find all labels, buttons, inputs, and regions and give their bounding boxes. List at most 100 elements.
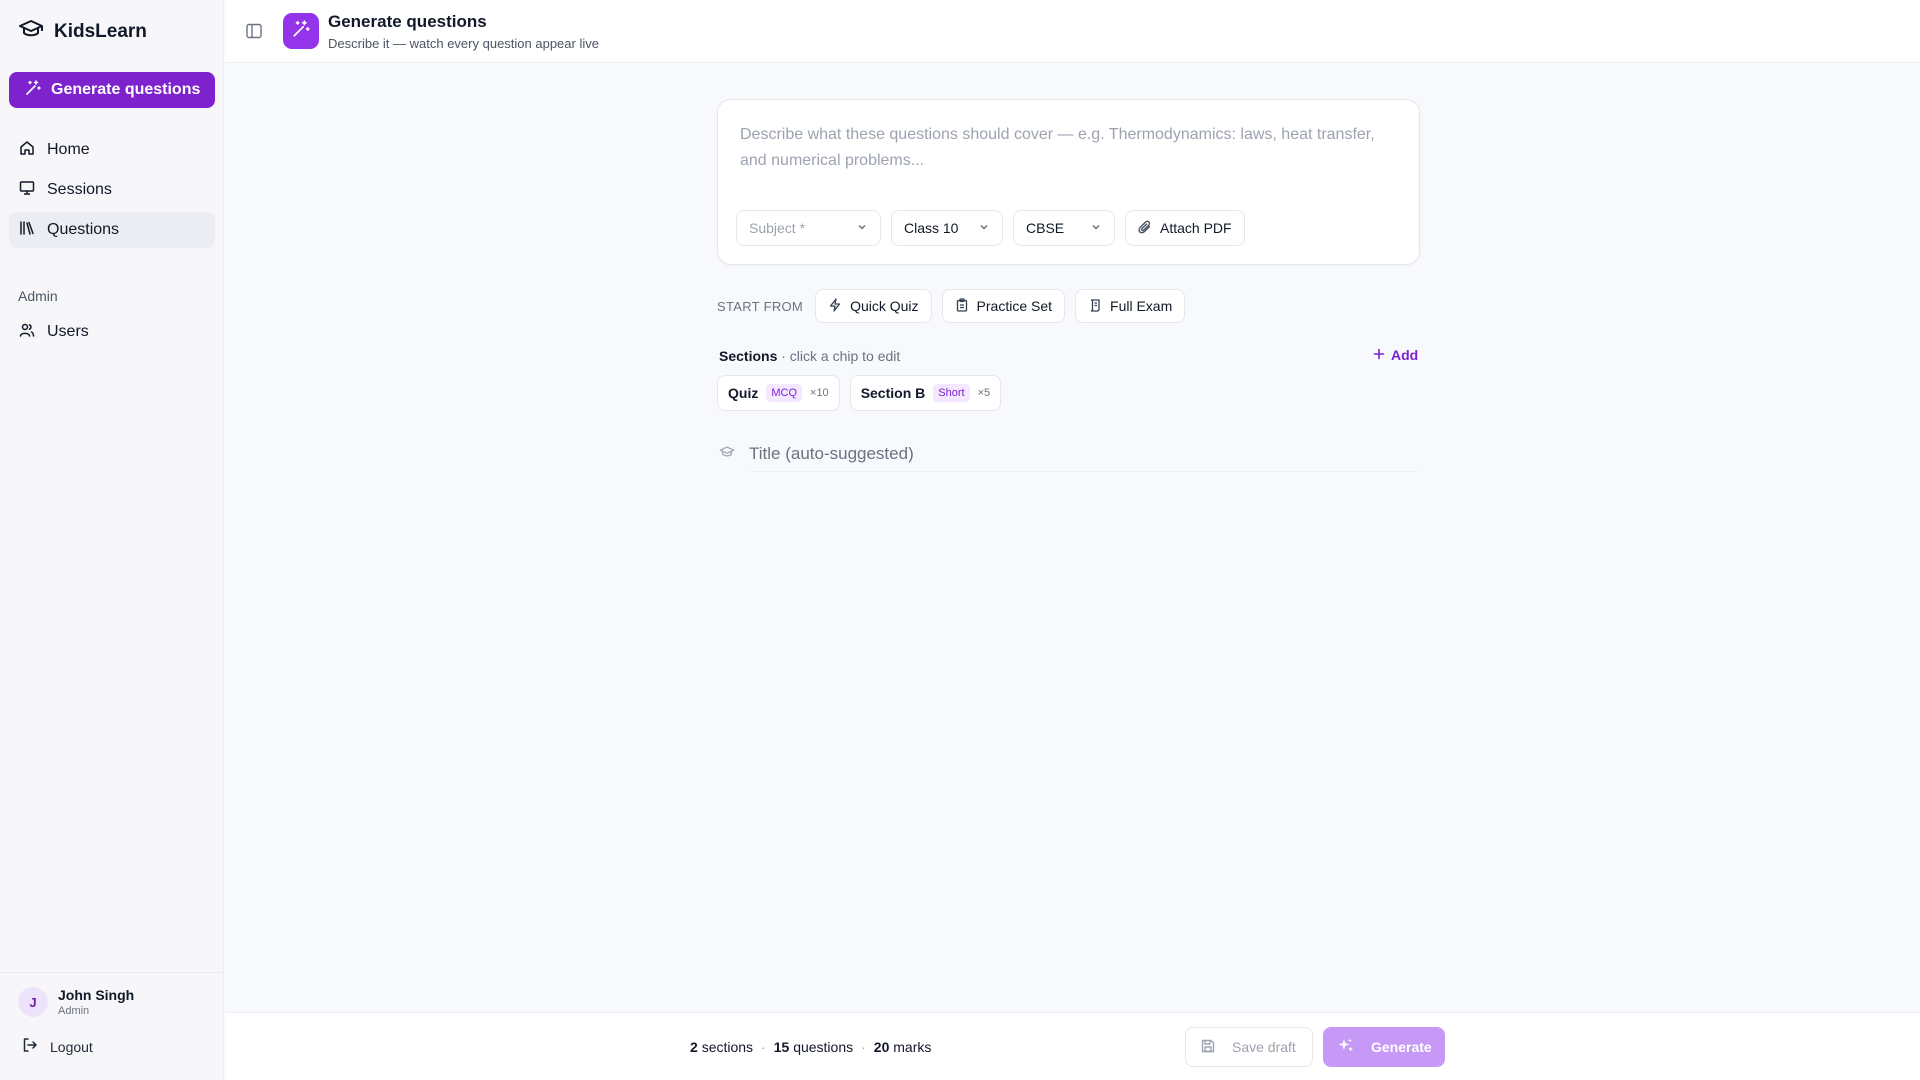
- sidebar-item-label: Sessions: [47, 181, 112, 198]
- scroll-icon: [1088, 298, 1102, 315]
- class-select-value: Class 10: [904, 220, 959, 236]
- sidebar-item-questions[interactable]: Questions: [9, 212, 215, 248]
- admin-heading: Admin: [18, 288, 58, 304]
- section-chip-quiz[interactable]: Quiz MCQ ×10: [717, 375, 840, 411]
- chip-count: ×5: [977, 387, 991, 399]
- sidebar-toggle-icon[interactable]: [245, 22, 263, 45]
- floppy-disk-icon: [1200, 1038, 1216, 1057]
- logout-button[interactable]: Logout: [22, 1037, 93, 1056]
- questions-count: 15: [773, 1039, 790, 1055]
- chip-name: Section B: [860, 385, 926, 401]
- user-info: John Singh Admin: [58, 987, 134, 1017]
- chip-count: ×10: [810, 387, 829, 399]
- generate-questions-button[interactable]: Generate questions: [9, 72, 215, 108]
- chip-type-badge: MCQ: [766, 384, 803, 402]
- sidebar-item-label: Users: [47, 323, 89, 340]
- user-profile[interactable]: J John Singh Admin: [18, 987, 134, 1017]
- main-nav: Home Sessions Questions: [9, 132, 215, 252]
- separator-dot: ·: [861, 1039, 866, 1055]
- sidebar-item-users[interactable]: Users: [9, 314, 215, 350]
- title-row: Title (auto-suggested): [719, 436, 1419, 472]
- marks-stat-label: marks: [893, 1039, 932, 1055]
- template-full-exam-button[interactable]: Full Exam: [1075, 289, 1186, 323]
- sidebar: KidsLearn Generate questions Home Sessio…: [0, 0, 224, 1080]
- summary-stats: 2 sections · 15 questions · 20 marks: [690, 1039, 931, 1055]
- sidebar-item-sessions[interactable]: Sessions: [9, 172, 215, 208]
- sections-heading: Sections · click a chip to edit: [719, 348, 900, 364]
- subject-select-value: Subject *: [749, 220, 806, 236]
- class-select[interactable]: Class 10: [891, 210, 1003, 246]
- graduation-cap-icon: [719, 445, 735, 464]
- template-quick-quiz-button[interactable]: Quick Quiz: [815, 289, 932, 323]
- generate-questions-label: Generate questions: [51, 81, 201, 98]
- bottom-bar: 2 sections · 15 questions · 20 marks Sav…: [225, 1012, 1920, 1080]
- logout-label: Logout: [50, 1038, 93, 1055]
- start-from-row: START FROM Quick Quiz Practice Set Full …: [717, 289, 1186, 323]
- save-draft-button[interactable]: Save draft: [1185, 1027, 1313, 1067]
- section-chips: Quiz MCQ ×10 Section B Short ×5: [717, 375, 1002, 411]
- sections-stat: 2 sections: [690, 1039, 753, 1055]
- page-title: Generate questions: [328, 12, 487, 31]
- paperclip-icon: [1138, 220, 1152, 237]
- chevron-down-icon: [978, 220, 990, 236]
- composer-controls: Subject * Class 10 CBSE Attach PDF: [736, 210, 1245, 246]
- template-label: Practice Set: [976, 298, 1053, 314]
- page-subtitle: Describe it — watch every question appea…: [328, 36, 599, 51]
- attach-pdf-button[interactable]: Attach PDF: [1125, 210, 1245, 246]
- brand[interactable]: KidsLearn: [18, 18, 147, 45]
- home-icon: [19, 140, 35, 161]
- chevron-down-icon: [856, 220, 868, 236]
- magic-wand-icon: [292, 19, 310, 43]
- sections-count: 2: [690, 1039, 698, 1055]
- generate-button[interactable]: Generate: [1323, 1027, 1445, 1067]
- chevron-down-icon: [1090, 220, 1102, 236]
- clipboard-icon: [955, 297, 969, 315]
- start-from-label: START FROM: [717, 298, 804, 314]
- prompt-composer: Describe what these questions should cov…: [717, 99, 1420, 265]
- sidebar-footer: J John Singh Admin Logout: [0, 972, 224, 1080]
- user-name: John Singh: [58, 987, 135, 1003]
- template-practice-set-button[interactable]: Practice Set: [941, 289, 1066, 323]
- questions-stat-label: questions: [793, 1039, 854, 1055]
- title-input[interactable]: Title (auto-suggested): [749, 436, 1419, 472]
- marks-count: 20: [873, 1039, 890, 1055]
- add-section-button[interactable]: Add: [1373, 347, 1418, 363]
- monitor-icon: [19, 180, 35, 201]
- lightning-icon: [828, 297, 842, 315]
- logout-icon: [22, 1037, 38, 1056]
- sidebar-item-label: Home: [47, 141, 90, 158]
- separator-dot: ·: [761, 1039, 766, 1055]
- board-select[interactable]: CBSE: [1013, 210, 1115, 246]
- brand-name: KidsLearn: [54, 20, 147, 42]
- users-icon: [19, 322, 35, 343]
- sections-stat-label: sections: [701, 1039, 754, 1055]
- template-label: Quick Quiz: [850, 298, 919, 314]
- library-icon: [19, 220, 35, 241]
- chip-name: Quiz: [728, 385, 759, 401]
- marks-stat: 20 marks: [874, 1039, 932, 1055]
- template-label: Full Exam: [1110, 298, 1173, 314]
- prompt-input[interactable]: Describe what these questions should cov…: [740, 122, 1380, 174]
- generate-label: Generate: [1371, 1039, 1432, 1055]
- section-chip-section-b[interactable]: Section B Short ×5: [849, 375, 1002, 411]
- page-header: Generate questions Describe it — watch e…: [225, 0, 1920, 63]
- sections-title: Sections: [719, 348, 778, 364]
- save-draft-label: Save draft: [1232, 1039, 1296, 1055]
- sidebar-item-label: Questions: [47, 221, 120, 238]
- attach-pdf-label: Attach PDF: [1160, 220, 1232, 236]
- graduation-cap-icon: [18, 18, 44, 45]
- admin-nav: Users: [9, 314, 215, 354]
- subject-select[interactable]: Subject *: [736, 210, 881, 246]
- magic-wand-icon: [25, 79, 41, 101]
- plus-icon: [1373, 347, 1385, 363]
- user-role: Admin: [58, 1005, 90, 1017]
- avatar: J: [18, 987, 48, 1017]
- header-badge: [283, 13, 319, 49]
- sparkles-icon: [1337, 1037, 1355, 1058]
- questions-stat: 15 questions: [774, 1039, 853, 1055]
- sidebar-item-home[interactable]: Home: [9, 132, 215, 168]
- add-section-label: Add: [1391, 347, 1419, 363]
- chip-type-badge: Short: [933, 384, 970, 402]
- board-select-value: CBSE: [1026, 220, 1065, 236]
- sections-hint: · click a chip to edit: [781, 348, 901, 364]
